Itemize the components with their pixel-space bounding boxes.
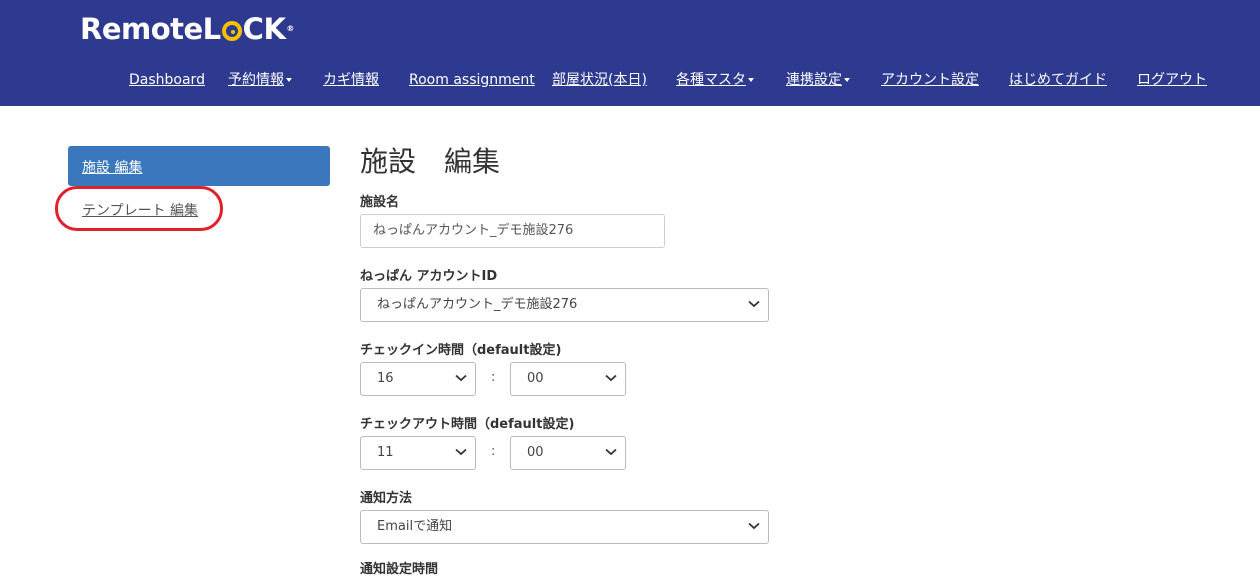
checkin-minute-select[interactable]: 00	[510, 362, 626, 396]
nav-getting-started[interactable]: はじめてガイド	[1009, 71, 1107, 89]
notify-method-label: 通知方法	[360, 491, 413, 506]
caret-down-icon	[748, 78, 754, 82]
nav-dashboard[interactable]: Dashboard	[129, 71, 205, 89]
checkout-label: チェックアウト時間（default設定)	[360, 417, 575, 432]
checkin-label: チェックイン時間（default設定)	[360, 343, 562, 358]
chevron-down-icon	[748, 522, 760, 530]
nav-masters[interactable]: 各種マスタ	[676, 71, 754, 89]
neppan-account-label: ねっぱん アカウントID	[360, 269, 498, 284]
sidebar-item-label: 施設 編集	[82, 160, 143, 176]
time-separator: :	[491, 444, 496, 459]
nav-logout[interactable]: ログアウト	[1137, 71, 1207, 89]
nav-integrations[interactable]: 連携設定	[786, 71, 850, 89]
facility-name-input[interactable]: ねっぱんアカウント_デモ施設276	[360, 214, 665, 248]
lock-o-icon	[221, 21, 242, 41]
caret-down-icon	[844, 78, 850, 82]
checkout-hour-select[interactable]: 11	[360, 436, 476, 470]
chevron-down-icon	[605, 448, 617, 456]
neppan-account-select[interactable]: ねっぱんアカウント_デモ施設276	[360, 288, 769, 322]
time-separator: :	[491, 370, 496, 385]
remotelock-logo[interactable]: RemoteL CK®	[80, 12, 294, 46]
chevron-down-icon	[605, 374, 617, 382]
chevron-down-icon	[455, 448, 467, 456]
checkout-minute-select[interactable]: 00	[510, 436, 626, 470]
facility-name-label: 施設名	[360, 195, 400, 210]
header-bar: RemoteL CK® Dashboard 予約情報 カギ情報 Room assi…	[0, 0, 1260, 106]
nav-keys[interactable]: カギ情報	[323, 71, 379, 89]
nav-room-status[interactable]: 部屋状況(本日)	[552, 71, 647, 89]
red-circle-annotation	[55, 186, 223, 231]
notify-method-select[interactable]: Emailで通知	[360, 510, 769, 544]
checkin-hour-select[interactable]: 16	[360, 362, 476, 396]
page-title: 施設 編集	[360, 145, 501, 178]
sidebar-item-facility-edit[interactable]: 施設 編集	[68, 146, 330, 186]
chevron-down-icon	[748, 300, 760, 308]
notify-time-label: 通知設定時間	[360, 562, 439, 577]
chevron-down-icon	[455, 374, 467, 382]
nav-account-settings[interactable]: アカウント設定	[881, 71, 979, 89]
nav-room-assignment[interactable]: Room assignment	[409, 71, 535, 89]
caret-down-icon	[286, 78, 292, 82]
nav-reservations[interactable]: 予約情報	[228, 71, 292, 89]
